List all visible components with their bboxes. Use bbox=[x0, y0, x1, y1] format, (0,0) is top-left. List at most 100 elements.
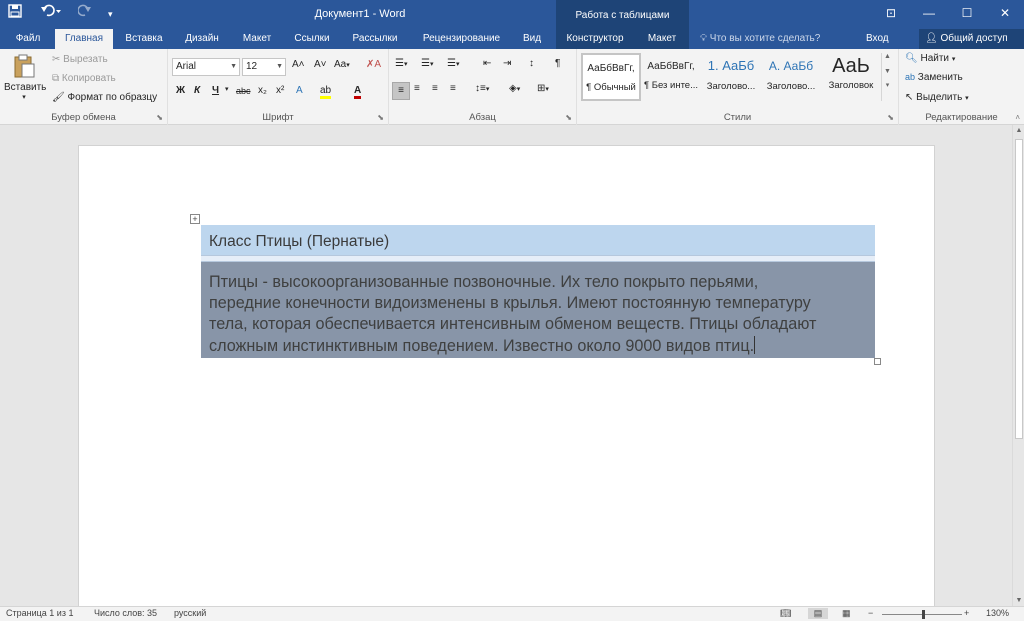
underline-button[interactable]: Ч bbox=[212, 85, 219, 96]
table-move-handle-icon[interactable]: + bbox=[190, 214, 200, 224]
close-button[interactable]: ✕ bbox=[986, 0, 1024, 29]
line-spacing-icon[interactable]: ↕≡▾ bbox=[475, 83, 489, 94]
styles-gallery-scroll[interactable]: ▲ ▼ ▾ bbox=[881, 53, 893, 101]
tab-table-layout[interactable]: Макет bbox=[640, 29, 684, 49]
shrink-font-button[interactable]: A˅ bbox=[314, 59, 327, 70]
align-left-icon[interactable]: ≡ bbox=[392, 82, 410, 100]
customize-qat-icon[interactable]: ▾ bbox=[108, 3, 122, 25]
maximize-button[interactable]: ☐ bbox=[948, 0, 986, 29]
tab-table-design[interactable]: Конструктор bbox=[558, 29, 632, 49]
tab-insert[interactable]: Вставка bbox=[119, 29, 169, 49]
text-effects-button[interactable]: A bbox=[296, 85, 303, 96]
copy-button[interactable]: ⧉ Копировать bbox=[52, 73, 116, 84]
styles-launcher-icon[interactable]: ⬊ bbox=[887, 113, 894, 122]
zoom-slider-thumb[interactable] bbox=[922, 610, 925, 619]
document-canvas[interactable] bbox=[0, 125, 1012, 606]
increase-indent-icon[interactable]: ⇥ bbox=[503, 58, 511, 69]
read-mode-icon[interactable]: 📖︎ bbox=[780, 608, 791, 619]
scroll-up-icon[interactable]: ▲ bbox=[1013, 127, 1024, 134]
paste-label: Вставить bbox=[4, 82, 47, 93]
zoom-out-button[interactable]: − bbox=[868, 608, 873, 618]
tell-me-box[interactable]: 💡︎ Что вы хотите сделать? bbox=[700, 29, 820, 49]
more-styles-icon[interactable]: ▾ bbox=[882, 81, 893, 89]
find-button[interactable]: 🔍︎ Найти ▾ bbox=[905, 53, 955, 64]
align-center-icon[interactable]: ≡ bbox=[414, 83, 420, 94]
change-case-button[interactable]: Aa▾ bbox=[334, 59, 350, 70]
subscript-button[interactable]: x₂ bbox=[258, 85, 267, 96]
zoom-level[interactable]: 130% bbox=[986, 608, 1009, 618]
chevron-down-icon[interactable]: ▼ bbox=[882, 68, 893, 75]
multilevel-list-button[interactable]: ☰▾ bbox=[447, 58, 459, 69]
table-resize-handle[interactable] bbox=[874, 358, 881, 365]
paste-button[interactable]: Вставить ▾ bbox=[4, 53, 47, 101]
italic-button[interactable]: К bbox=[194, 85, 200, 96]
document-page[interactable] bbox=[78, 145, 935, 606]
show-marks-button[interactable]: ¶ bbox=[555, 58, 560, 69]
sort-icon[interactable]: ↕ bbox=[529, 58, 534, 69]
decrease-indent-icon[interactable]: ⇤ bbox=[483, 58, 491, 69]
shading-icon[interactable]: ◈▾ bbox=[509, 83, 520, 94]
justify-icon[interactable]: ≡ bbox=[450, 83, 456, 94]
undo-icon[interactable] bbox=[40, 3, 64, 25]
tab-file[interactable]: Файл bbox=[8, 29, 48, 49]
tab-mailings[interactable]: Рассылки bbox=[345, 29, 405, 49]
style-no-spacing[interactable]: АаБбВвГг, ¶ Без инте... bbox=[641, 53, 701, 101]
vertical-scrollbar[interactable]: ▲ ▼ bbox=[1012, 125, 1024, 606]
collapse-ribbon-icon[interactable]: ˄ bbox=[1015, 113, 1020, 122]
clear-formatting-icon[interactable]: ✗A bbox=[366, 59, 381, 70]
zoom-in-button[interactable]: + bbox=[964, 608, 969, 618]
styles-group-label: Стили bbox=[723, 112, 752, 123]
tab-design[interactable]: Дизайн bbox=[178, 29, 226, 49]
share-button[interactable]: 👤︎ Общий доступ bbox=[919, 29, 1024, 49]
tab-view[interactable]: Вид bbox=[515, 29, 549, 49]
chevron-up-icon[interactable]: ▲ bbox=[882, 53, 893, 60]
clipboard-group-label: Буфер обмена bbox=[51, 112, 116, 123]
table-body-cell-selected[interactable]: Птицы - высокоорганизованные позвоночные… bbox=[201, 262, 875, 358]
bullets-button[interactable]: ☰▾ bbox=[395, 58, 407, 69]
redo-icon[interactable] bbox=[77, 3, 94, 25]
sign-in-link[interactable]: Вход bbox=[866, 29, 889, 48]
word-count[interactable]: Число слов: 35 bbox=[94, 608, 157, 618]
lightbulb-icon: 💡︎ bbox=[700, 33, 707, 44]
save-icon[interactable] bbox=[8, 3, 26, 25]
scrollbar-thumb[interactable] bbox=[1015, 139, 1023, 439]
format-painter-button[interactable]: 🖌︎ Формат по образцу bbox=[52, 92, 157, 103]
print-layout-icon[interactable]: ▤ bbox=[808, 608, 828, 619]
body-text-line-last: сложным инстинктивным поведением. Извест… bbox=[209, 335, 867, 357]
page-count[interactable]: Страница 1 из 1 bbox=[6, 608, 73, 618]
ribbon-display-options-icon[interactable]: ⊡ bbox=[872, 0, 910, 29]
strikethrough-button[interactable]: abc bbox=[236, 86, 251, 96]
style-heading-2[interactable]: А. АаБб Заголово... bbox=[761, 53, 821, 101]
scroll-down-icon[interactable]: ▼ bbox=[1013, 597, 1024, 604]
tab-review[interactable]: Рецензирование bbox=[414, 29, 509, 49]
font-color-button[interactable]: A bbox=[354, 85, 362, 99]
paragraph-launcher-icon[interactable]: ⬊ bbox=[565, 113, 572, 122]
font-size-select[interactable]: 12 ▼ bbox=[242, 58, 286, 76]
web-layout-icon[interactable]: ▦ bbox=[842, 608, 851, 619]
cursor-arrow-icon: ↖ bbox=[905, 92, 914, 103]
numbering-button[interactable]: ☰▾ bbox=[421, 58, 433, 69]
borders-icon[interactable]: ⊞▾ bbox=[537, 83, 549, 94]
table-header-cell[interactable]: Класс Птицы (Пернатые) bbox=[201, 225, 875, 255]
style-heading-1[interactable]: 1. АаБб Заголово... bbox=[701, 53, 761, 101]
highlight-button[interactable]: ab bbox=[320, 85, 332, 99]
grow-font-button[interactable]: A˄ bbox=[292, 59, 305, 70]
replace-button[interactable]: ab Заменить bbox=[905, 72, 963, 83]
style-normal[interactable]: АаБбВвГг, ¶ Обычный bbox=[581, 53, 641, 101]
body-text-line: тела, которая обеспечивается интенсивным… bbox=[209, 315, 817, 334]
style-title[interactable]: АаЬ Заголовок bbox=[821, 53, 881, 101]
clipboard-launcher-icon[interactable]: ⬊ bbox=[156, 113, 163, 122]
font-name-select[interactable]: Arial ▼ bbox=[172, 58, 240, 76]
superscript-button[interactable]: x² bbox=[276, 85, 284, 96]
underline-dropdown-icon[interactable]: ▾ bbox=[225, 85, 229, 93]
font-launcher-icon[interactable]: ⬊ bbox=[377, 113, 384, 122]
bold-button[interactable]: Ж bbox=[176, 85, 185, 96]
language-indicator[interactable]: русский bbox=[174, 608, 206, 618]
align-right-icon[interactable]: ≡ bbox=[432, 83, 438, 94]
tab-references[interactable]: Ссылки bbox=[288, 29, 336, 49]
cut-button[interactable]: ✂ Вырезать bbox=[52, 54, 108, 65]
minimize-button[interactable]: — bbox=[910, 0, 948, 29]
tab-layout[interactable]: Макет bbox=[235, 29, 279, 49]
tab-home[interactable]: Главная bbox=[55, 29, 113, 49]
select-button[interactable]: ↖ Выделить ▾ bbox=[905, 92, 969, 103]
